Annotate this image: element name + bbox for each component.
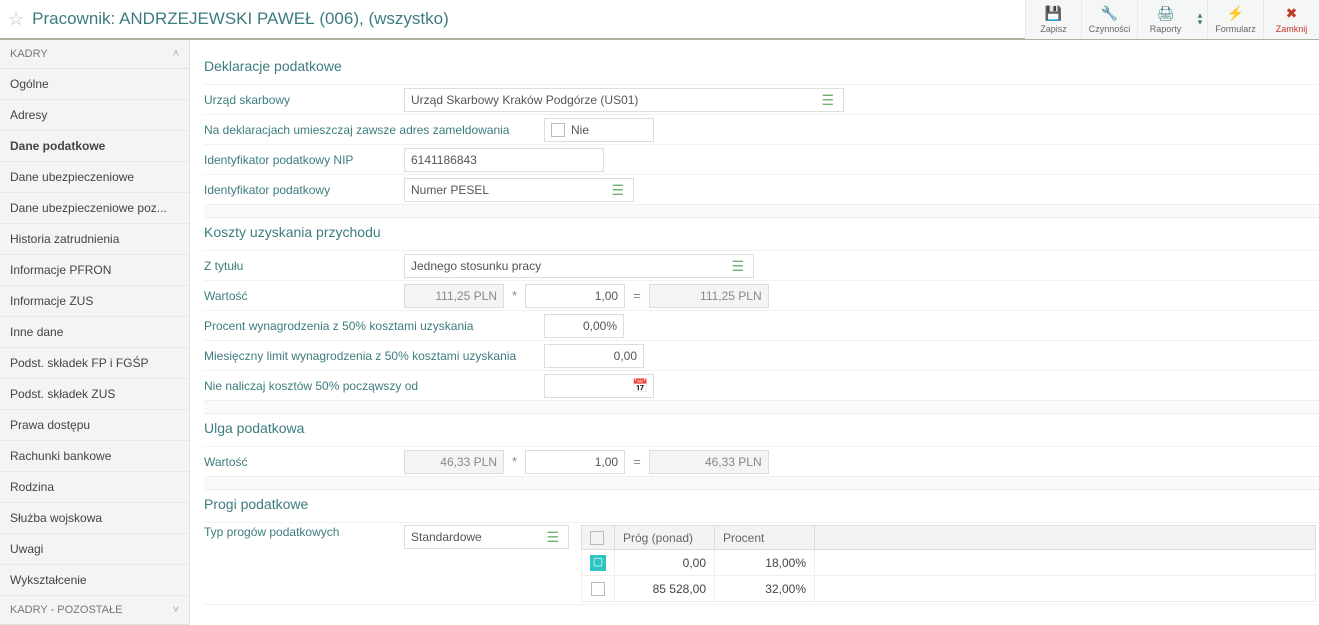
list-icon[interactable]: ☰ (540, 529, 565, 546)
checkbox-row-selected[interactable]: ▢ (590, 555, 606, 571)
label-id-podatkowy: Identyfikator podatkowy (204, 183, 404, 197)
label-ztytulu: Z tytułu (204, 259, 404, 273)
sidebar-category-pozostale[interactable]: KADRY - POZOSTAŁE ˅ (0, 596, 189, 625)
form-button[interactable]: ⚡ Formularz (1207, 0, 1263, 39)
input-limit50[interactable] (544, 344, 644, 368)
sidebar-category-kadry[interactable]: KADRY ˄ (0, 40, 189, 69)
input-ulga-mult[interactable] (525, 450, 625, 474)
table-row[interactable]: ▢ 0,00 18,00% (582, 550, 1316, 576)
label-procent50: Procent wynagrodzenia z 50% kosztami uzy… (204, 319, 544, 333)
input-id-podatkowy[interactable] (404, 178, 634, 202)
list-icon[interactable]: ☰ (605, 182, 630, 199)
checkbox-nie[interactable]: Nie (544, 118, 654, 142)
section-title-deklaracje: Deklaracje podatkowe (204, 52, 1319, 84)
input-nip[interactable] (404, 148, 604, 172)
col-prog[interactable]: Próg (ponad) (615, 526, 715, 550)
sidebar-item-pfron[interactable]: Informacje PFRON (0, 255, 189, 286)
toolbar-expand[interactable]: ▴▾ (1193, 0, 1207, 39)
col-procent[interactable]: Procent (715, 526, 815, 550)
section-title-ulga: Ulga podatkowa (204, 414, 1319, 446)
label-nip: Identyfikator podatkowy NIP (204, 153, 404, 167)
actions-button[interactable]: 🔧 Czynności (1081, 0, 1137, 39)
input-koszty-result (649, 284, 769, 308)
sidebar-item-skladek-zus[interactable]: Podst. składek ZUS (0, 379, 189, 410)
chevron-down-icon: ˅ (173, 604, 179, 616)
toolbar: 💾 Zapisz 🔧 Czynności 🖨 Raporty ▴▾ ⚡ Form… (1025, 0, 1319, 39)
sidebar-item-rodzina[interactable]: Rodzina (0, 472, 189, 503)
reports-button[interactable]: 🖨 Raporty (1137, 0, 1193, 39)
input-ztytulu[interactable] (404, 254, 754, 278)
sidebar-item-historia[interactable]: Historia zatrudnienia (0, 224, 189, 255)
bolt-icon: ⚡ (1227, 5, 1244, 22)
sidebar-item-uwagi[interactable]: Uwagi (0, 534, 189, 565)
list-icon[interactable]: ☰ (725, 258, 750, 275)
sidebar-item-fp-fgsp[interactable]: Podst. składek FP i FGŚP (0, 348, 189, 379)
section-title-koszty: Koszty uzyskania przychodu (204, 218, 1319, 250)
sidebar-item-zus[interactable]: Informacje ZUS (0, 286, 189, 317)
sidebar-item-dane-ubezpieczeniowe[interactable]: Dane ubezpieczeniowe (0, 162, 189, 193)
input-koszty-mult[interactable] (525, 284, 625, 308)
label-limit50: Miesięczny limit wynagrodzenia z 50% kos… (204, 349, 544, 363)
save-button[interactable]: 💾 Zapisz (1025, 0, 1081, 39)
sidebar-item-sluzba[interactable]: Służba wojskowa (0, 503, 189, 534)
favorite-star-icon[interactable]: ☆ (8, 9, 24, 30)
sidebar-item-dane-podatkowe[interactable]: Dane podatkowe (0, 131, 189, 162)
sidebar-item-prawa[interactable]: Prawa dostępu (0, 410, 189, 441)
sidebar: KADRY ˄ Ogólne Adresy Dane podatkowe Dan… (0, 40, 190, 625)
sidebar-item-rachunki[interactable]: Rachunki bankowe (0, 441, 189, 472)
input-koszty-base (404, 284, 504, 308)
close-icon: ✖ (1286, 5, 1298, 22)
input-urzad[interactable] (404, 88, 844, 112)
sidebar-item-adresy[interactable]: Adresy (0, 100, 189, 131)
save-icon: 💾 (1045, 5, 1062, 22)
wrench-icon: 🔧 (1101, 5, 1118, 22)
table-row[interactable]: 85 528,00 32,00% (582, 576, 1316, 602)
input-ulga-base (404, 450, 504, 474)
sidebar-item-inne[interactable]: Inne dane (0, 317, 189, 348)
label-typ-progow: Typ progów podatkowych (204, 525, 404, 539)
page-title: Pracownik: ANDRZEJEWSKI PAWEŁ (006), (ws… (32, 9, 449, 29)
input-ulga-result (649, 450, 769, 474)
label-wartosc-ulga: Wartość (204, 455, 404, 469)
label-urzad: Urząd skarbowy (204, 93, 404, 107)
label-wartosc-koszty: Wartość (204, 289, 404, 303)
sidebar-item-dane-ubezpieczeniowe-poz[interactable]: Dane ubezpieczeniowe poz... (0, 193, 189, 224)
main-content: Deklaracje podatkowe Urząd skarbowy ☰ Na… (190, 40, 1319, 625)
calendar-icon[interactable]: 📅 (632, 378, 648, 394)
progi-table: Próg (ponad) Procent ▢ 0,00 18,00% 85 52… (581, 525, 1316, 602)
section-title-progi: Progi podatkowe (204, 490, 1319, 522)
chevron-up-icon: ˄ (173, 48, 179, 60)
printer-icon: 🖨 (1157, 5, 1175, 22)
sidebar-item-ogolne[interactable]: Ogólne (0, 69, 189, 100)
input-procent50[interactable] (544, 314, 624, 338)
label-adres-zameldowania: Na deklaracjach umieszczaj zawsze adres … (204, 123, 544, 137)
sidebar-item-wyksztalcenie[interactable]: Wykształcenie (0, 565, 189, 596)
label-nienal50: Nie naliczaj kosztów 50% począwszy od (204, 379, 544, 393)
checkbox-icon (551, 123, 565, 137)
close-button[interactable]: ✖ Zamknij (1263, 0, 1319, 39)
checkbox-row[interactable] (591, 582, 605, 596)
checkbox-header[interactable] (590, 531, 604, 545)
list-icon[interactable]: ☰ (815, 92, 840, 109)
